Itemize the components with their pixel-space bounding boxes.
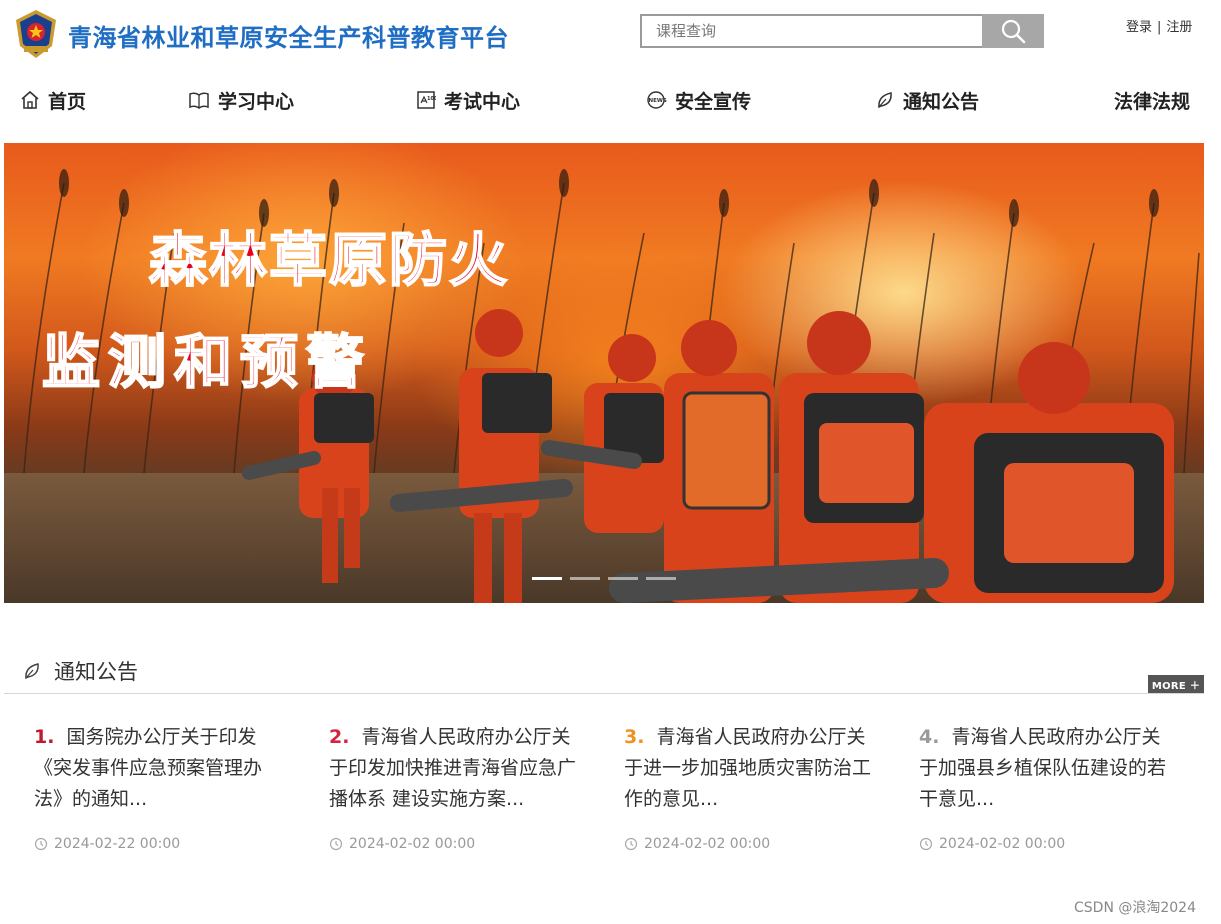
header: 青海省林业和草原安全生产科普教育平台 登录 | 注册 [0, 0, 1221, 70]
carousel-dot[interactable] [532, 577, 562, 580]
more-button[interactable]: MORE ＋ [1148, 675, 1204, 693]
notice-card[interactable]: 3. 青海省人民政府办公厅关于进一步加强地质灾害防治工作的意见... 2024-0… [624, 722, 874, 852]
carousel-indicators [532, 577, 676, 580]
notice-date-text: 2024-02-02 00:00 [644, 836, 771, 852]
watermark: CSDN @浪淘2024 [1074, 900, 1196, 916]
search-button[interactable] [982, 14, 1044, 48]
news-icon: NEWS [647, 91, 667, 109]
notice-number: 2. [329, 726, 350, 748]
nav-item-home[interactable]: 首页 [20, 86, 86, 114]
notice-card[interactable]: 4. 青海省人民政府办公厅关于加强县乡植保队伍建设的若干意见... 2024-02… [919, 722, 1169, 852]
section-title-text: 通知公告 [54, 660, 138, 684]
nav-label: 通知公告 [903, 90, 980, 113]
course-search-input[interactable] [640, 14, 984, 48]
nav-label: 法律法规 [1114, 90, 1191, 113]
hero-banner-carousel[interactable]: 森林草原防火 监测和预警 [4, 143, 1204, 603]
notices-section-title: 通知公告 [22, 656, 138, 686]
notice-date-text: 2024-02-02 00:00 [349, 836, 476, 852]
notice-title[interactable]: 4. 青海省人民政府办公厅关于加强县乡植保队伍建设的若干意见... [919, 722, 1169, 815]
search-icon [1001, 19, 1026, 44]
clock-icon [624, 837, 638, 851]
notice-title[interactable]: 3. 青海省人民政府办公厅关于进一步加强地质灾害防治工作的意见... [624, 722, 874, 815]
nav-item-notices[interactable]: 通知公告 [875, 86, 979, 114]
notice-title-text: 青海省人民政府办公厅关于印发加快推进青海省应急广播体系 建设实施方案... [329, 726, 577, 810]
notice-date-text: 2024-02-22 00:00 [54, 836, 181, 852]
police-emblem-logo[interactable] [12, 8, 60, 60]
notice-number: 4. [919, 726, 940, 748]
notice-list: 1. 国务院办公厅关于印发《突发事件应急预案管理办法》的通知... 2024-02… [0, 722, 1221, 872]
notice-date: 2024-02-02 00:00 [919, 836, 1065, 852]
notice-number: 3. [624, 726, 645, 748]
login-link[interactable]: 登录 [1126, 20, 1152, 35]
notice-card[interactable]: 2. 青海省人民政府办公厅关于印发加快推进青海省应急广播体系 建设实施方案... … [329, 722, 579, 852]
svg-text:NEWS: NEWS [649, 98, 667, 104]
notice-title[interactable]: 1. 国务院办公厅关于印发《突发事件应急预案管理办法》的通知... [34, 722, 284, 815]
search-bar [640, 14, 1044, 48]
clock-icon [919, 837, 933, 851]
banner-headline-line1: 森林草原防火 [148, 225, 510, 295]
nav-label: 考试中心 [444, 90, 521, 113]
notice-date: 2024-02-02 00:00 [624, 836, 770, 852]
site-title[interactable]: 青海省林业和草原安全生产科普教育平台 [68, 18, 509, 53]
auth-separator: | [1157, 20, 1162, 35]
auth-links: 登录 | 注册 [1126, 16, 1192, 35]
notices-section-header: 通知公告 MORE ＋ [4, 652, 1204, 694]
svg-text:100: 100 [427, 96, 436, 102]
nav-item-laws[interactable]: 法律法规 [1114, 86, 1190, 114]
home-icon [21, 90, 39, 109]
notice-number: 1. [34, 726, 55, 748]
carousel-dot[interactable] [646, 577, 676, 580]
nav-label: 学习中心 [218, 90, 295, 113]
clock-icon [329, 837, 343, 851]
notice-title[interactable]: 2. 青海省人民政府办公厅关于印发加快推进青海省应急广播体系 建设实施方案... [329, 722, 579, 815]
notice-title-text: 国务院办公厅关于印发《突发事件应急预案管理办法》的通知... [34, 726, 263, 810]
notice-title-text: 青海省人民政府办公厅关于加强县乡植保队伍建设的若干意见... [919, 726, 1167, 810]
nav-label: 首页 [48, 90, 87, 113]
clock-icon [34, 837, 48, 851]
carousel-dot[interactable] [570, 577, 600, 580]
notice-date-text: 2024-02-02 00:00 [939, 836, 1066, 852]
book-icon [189, 92, 209, 109]
nav-label: 安全宣传 [675, 90, 752, 113]
exam-icon: 100 [417, 91, 436, 109]
register-link[interactable]: 注册 [1166, 20, 1192, 35]
carousel-dot[interactable] [608, 577, 638, 580]
notice-title-text: 青海省人民政府办公厅关于进一步加强地质灾害防治工作的意见... [624, 726, 872, 810]
nav-item-safety-promo[interactable]: NEWS 安全宣传 [645, 86, 751, 114]
notice-date: 2024-02-02 00:00 [329, 836, 475, 852]
notice-card[interactable]: 1. 国务院办公厅关于印发《突发事件应急预案管理办法》的通知... 2024-02… [34, 722, 284, 852]
banner-headline-line2: 监测和预警 [41, 327, 373, 397]
nav-item-learning[interactable]: 学习中心 [188, 86, 294, 114]
main-nav: 首页 学习中心 100 考试中心 NEWS 安全宣传 通知公告 法律法规 [0, 80, 1221, 120]
notice-date: 2024-02-22 00:00 [34, 836, 180, 852]
leaf-icon [878, 92, 892, 109]
nav-item-exam[interactable]: 100 考试中心 [416, 86, 520, 114]
leaf-icon [25, 663, 39, 680]
